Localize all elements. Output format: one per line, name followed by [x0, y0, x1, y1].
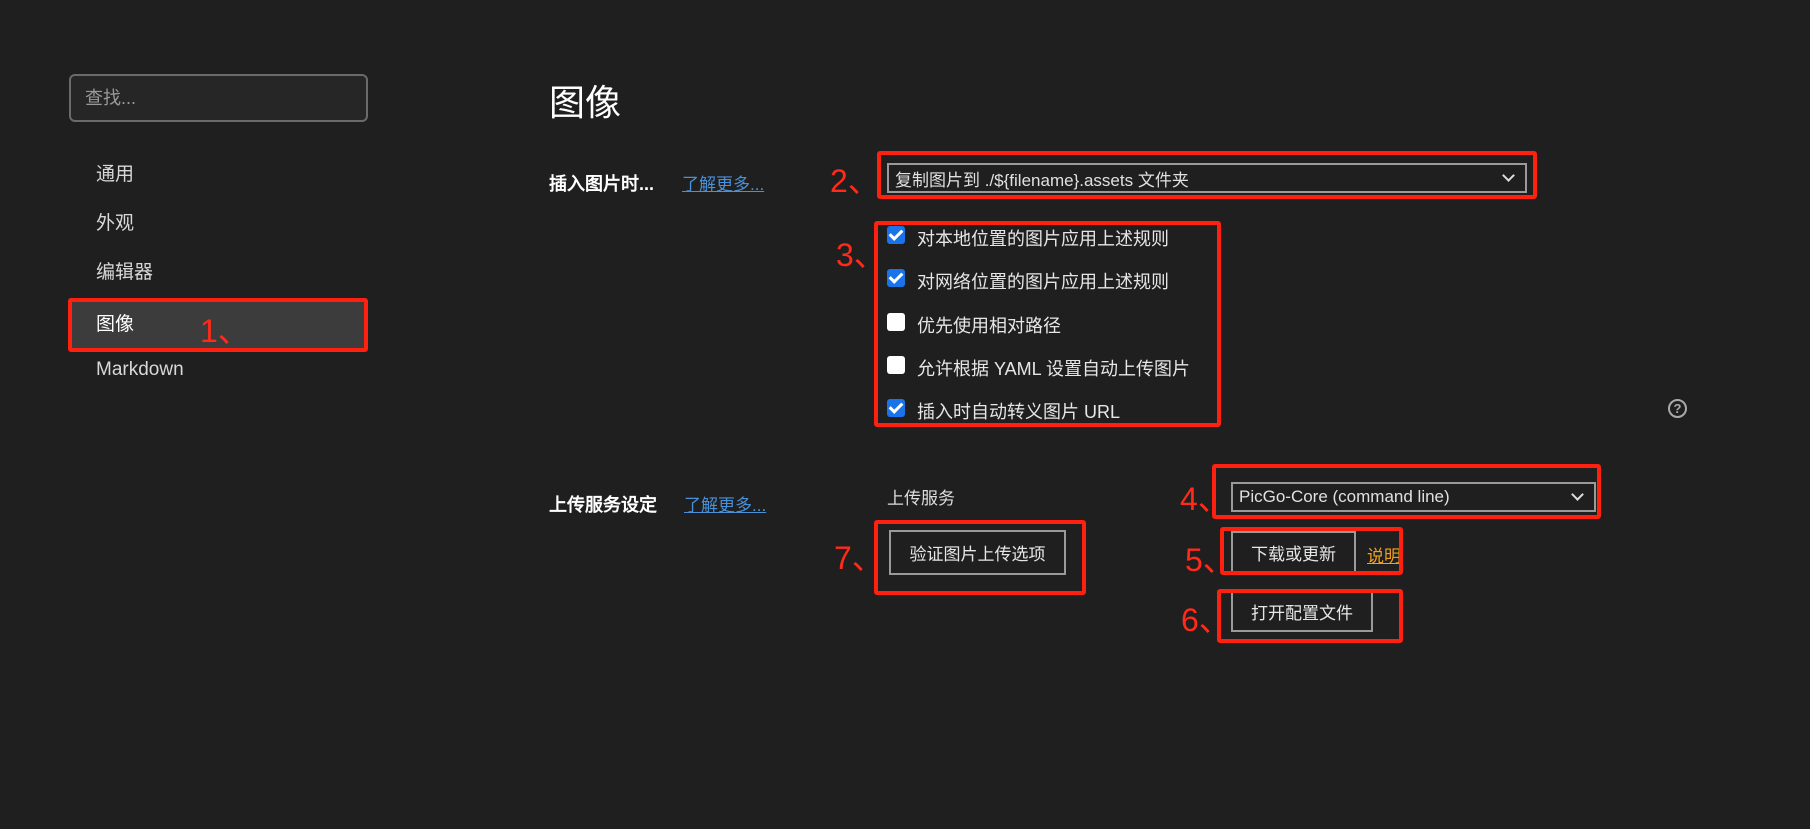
page-title: 图像: [549, 82, 622, 123]
annotation-3: 3、: [836, 237, 886, 273]
annotation-5: 5、: [1185, 542, 1235, 578]
insert-learn-more-link[interactable]: 了解更多...: [682, 170, 764, 195]
annotation-4: 4、: [1180, 481, 1230, 517]
annotation-box-2: [877, 151, 1537, 199]
annotation-2: 2、: [830, 163, 880, 199]
annotation-6: 6、: [1181, 602, 1231, 638]
sidebar-item-appearance[interactable]: 外观: [72, 201, 365, 247]
insert-image-label: 插入图片时...: [549, 174, 655, 194]
annotation-box-5: [1220, 527, 1403, 575]
upload-settings-label: 上传服务设定: [549, 495, 657, 515]
help-icon[interactable]: ?: [1668, 399, 1687, 418]
annotation-box-7: [874, 520, 1086, 595]
sidebar-item-general[interactable]: 通用: [72, 152, 365, 198]
sidebar-item-editor[interactable]: 编辑器: [72, 250, 365, 296]
sidebar-item-markdown[interactable]: Markdown: [72, 347, 365, 393]
upload-service-label: 上传服务: [887, 489, 955, 508]
annotation-1: 1、: [200, 313, 250, 349]
annotation-7: 7、: [834, 540, 884, 576]
upload-learn-more-link[interactable]: 了解更多...: [684, 491, 766, 516]
annotation-box-4: [1212, 464, 1601, 519]
annotation-box-3: [874, 221, 1221, 427]
search-input[interactable]: 查找...: [69, 74, 368, 122]
annotation-box-6: [1217, 589, 1403, 643]
